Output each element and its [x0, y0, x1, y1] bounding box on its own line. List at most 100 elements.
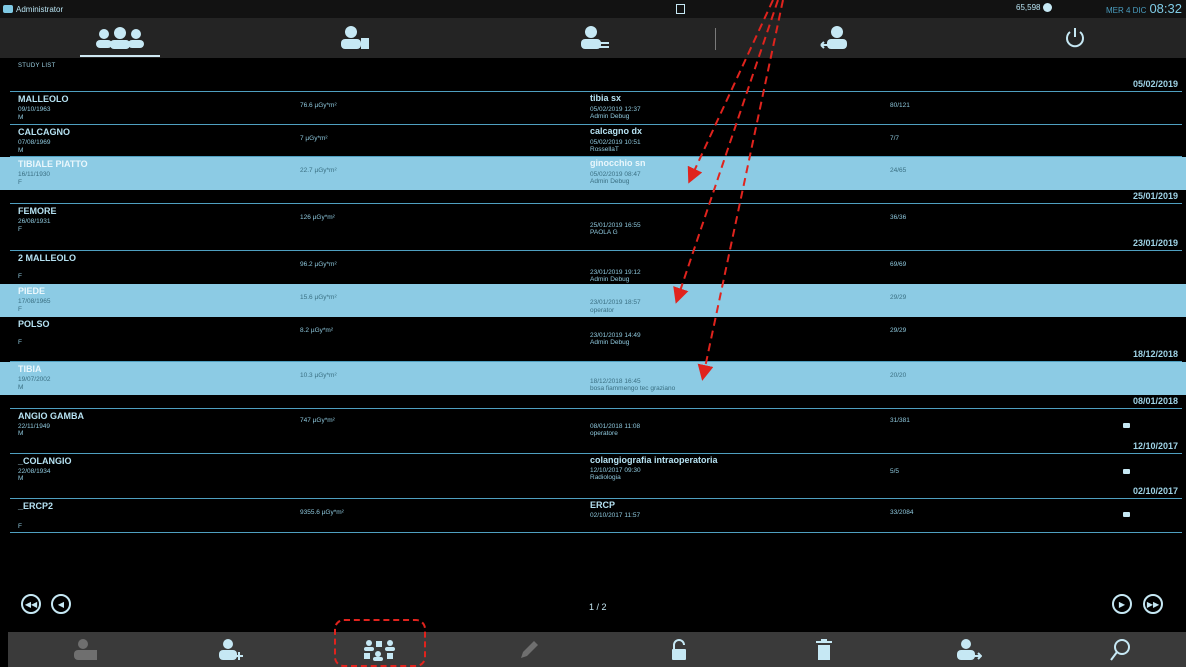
export-patient-icon: [957, 639, 982, 660]
prev-page-button[interactable]: ◀: [51, 594, 71, 614]
patient-sex: M: [18, 430, 24, 437]
top-navigation: [0, 18, 1186, 58]
study-description: colangiografia intraoperatoria: [590, 455, 718, 465]
export-patient-button[interactable]: [956, 638, 982, 662]
study-operator: bosa fiammengo tec graziano: [590, 385, 676, 392]
image-count: 29/29: [890, 294, 907, 301]
patient-sex: F: [18, 273, 22, 280]
lock-button[interactable]: [666, 638, 692, 662]
add-patient-button[interactable]: [218, 638, 244, 662]
date-group-label: 12/10/2017: [1132, 441, 1178, 451]
dose-value: 22.7 µGy*m²: [300, 167, 337, 174]
table-row-selected[interactable]: TIBIALE PIATTO 16/11/1930 F 22.7 µGy*m² …: [0, 157, 1186, 190]
dose-value: 76.6 µGy*m²: [300, 102, 337, 109]
clock-time: 08:32: [1149, 1, 1182, 16]
patient-dob: 26/08/1931: [18, 218, 51, 225]
image-count: 29/29: [890, 327, 907, 334]
study-description: ginocchio sn: [590, 158, 646, 168]
patient-sex: F: [18, 179, 22, 186]
study-list: 05/02/2019 MALLEOLO 09/10/1963 M 76.6 µG…: [0, 78, 1186, 533]
date-group-header: 05/02/2019: [0, 78, 1186, 92]
dose-value: 9355.6 µGy*m²: [300, 509, 344, 516]
worklist-tab[interactable]: [330, 18, 380, 58]
patient-dob: 22/11/1949: [18, 423, 51, 430]
power-button[interactable]: [1050, 18, 1100, 58]
table-row[interactable]: 2 MALLEOLO F 96.2 µGy*m² 23/01/2019 19:1…: [0, 251, 1186, 284]
table-row-selected[interactable]: PIEDE 17/08/1965 F 15.6 µGy*m² 23/01/201…: [0, 284, 1186, 317]
study-operator: Admin Debug: [590, 178, 630, 185]
patient-sex: F: [18, 339, 22, 346]
patient-dob: 19/07/2002: [18, 376, 51, 383]
table-row-selected[interactable]: TIBIA 19/07/2002 M 10.3 µGy*m² 18/12/201…: [0, 362, 1186, 395]
table-row[interactable]: CALCAGNO 07/08/1969 M 7 µGy*m² calcagno …: [0, 125, 1186, 157]
edit-button[interactable]: [516, 638, 542, 662]
first-page-button[interactable]: ◀◀: [21, 594, 41, 614]
next-page-button[interactable]: ▶: [1112, 594, 1132, 614]
dose-value: 10.3 µGy*m²: [300, 372, 337, 379]
study-description: tibia sx: [590, 93, 622, 103]
search-button[interactable]: [1108, 638, 1134, 662]
date-group-header: 23/01/2019: [0, 237, 1186, 251]
page-indicator: 1 / 2: [589, 602, 607, 612]
study-operator: Admin Debug: [590, 339, 630, 346]
last-page-button[interactable]: ▶▶: [1143, 594, 1163, 614]
patient-data-tab[interactable]: [570, 18, 620, 58]
date-group-header: 08/01/2018: [0, 395, 1186, 409]
table-row[interactable]: _ERCP2 F 9355.6 µGy*m² ERCP 02/10/2017 1…: [0, 499, 1186, 533]
study-operator: Admin Debug: [590, 113, 630, 120]
patient-name: _COLANGIO: [18, 456, 72, 466]
patient-image-button[interactable]: [73, 638, 99, 662]
date-group-label: 25/01/2019: [1132, 191, 1178, 201]
study-datetime: 02/10/2017 11:57: [590, 512, 641, 519]
study-description: ERCP: [590, 500, 616, 510]
date-group-header: 12/10/2017: [0, 440, 1186, 454]
table-row[interactable]: FEMORE 26/08/1931 F 126 µGy*m² 25/01/201…: [0, 204, 1186, 237]
patient-name: TIBIALE PIATTO: [18, 159, 88, 169]
date-group-label: 08/01/2018: [1132, 396, 1178, 406]
patient-name: MALLEOLO: [18, 94, 69, 104]
table-row[interactable]: POLSO F 8.2 µGy*m² 23/01/2019 14:49 Admi…: [0, 317, 1186, 348]
study-list-tab[interactable]: [84, 18, 156, 58]
study-operator: RossellaT: [590, 146, 619, 153]
patient-name: ANGIO GAMBA: [18, 411, 84, 421]
patient-name: TIBIA: [18, 364, 42, 374]
patient-sex: M: [18, 384, 24, 391]
transfer-tab[interactable]: [810, 18, 860, 58]
image-count: 36/36: [890, 214, 907, 221]
study-datetime: 05/02/2019 12:37: [590, 106, 641, 113]
prev-icon: ◀: [57, 599, 65, 609]
patient-image-icon: [74, 639, 97, 660]
table-row[interactable]: _COLANGIO 22/08/1934 M colangiografia in…: [0, 454, 1186, 485]
patient-name: 2 MALLEOLO: [18, 253, 76, 263]
table-row[interactable]: MALLEOLO 09/10/1963 M 76.6 µGy*m² tibia …: [0, 92, 1186, 125]
study-datetime: 05/02/2019 10:51: [590, 139, 641, 146]
image-count: 80/121: [890, 102, 910, 109]
patient-sex: M: [18, 114, 24, 121]
folder-icon: [1123, 469, 1130, 474]
study-description: calcagno dx: [590, 126, 643, 136]
table-row[interactable]: ANGIO GAMBA 22/11/1949 M 747 µGy*m² 08/0…: [0, 409, 1186, 440]
image-count: 69/69: [890, 261, 907, 268]
patient-dob: 09/10/1963: [18, 106, 51, 113]
study-datetime: 25/01/2019 16:55: [590, 222, 641, 229]
patient-dob: 07/08/1969: [18, 139, 51, 146]
date-group-header: 02/10/2017: [0, 485, 1186, 499]
patient-name: _ERCP2: [18, 501, 54, 511]
patient-sex: F: [18, 523, 22, 530]
folder-icon: [1123, 512, 1130, 517]
trash-icon: [816, 639, 832, 660]
rewind-icon: ◀◀: [24, 599, 38, 609]
study-datetime: 23/01/2019 18:57: [590, 299, 641, 306]
delete-button[interactable]: [811, 638, 837, 662]
study-datetime: 18/12/2018 16:45: [590, 378, 641, 385]
patient-data-icon: [581, 26, 609, 49]
date-group-header: 18/12/2018: [0, 348, 1186, 362]
disk-space: 65,598: [1016, 3, 1053, 12]
active-tab-indicator: [80, 55, 160, 57]
lock-icon: [672, 639, 686, 660]
pencil-icon: [521, 641, 538, 658]
image-count: 5/5: [890, 468, 900, 475]
nav-separator: [715, 28, 716, 50]
study-operator: operator: [590, 307, 615, 314]
patient-dob: 22/08/1934: [18, 468, 51, 475]
